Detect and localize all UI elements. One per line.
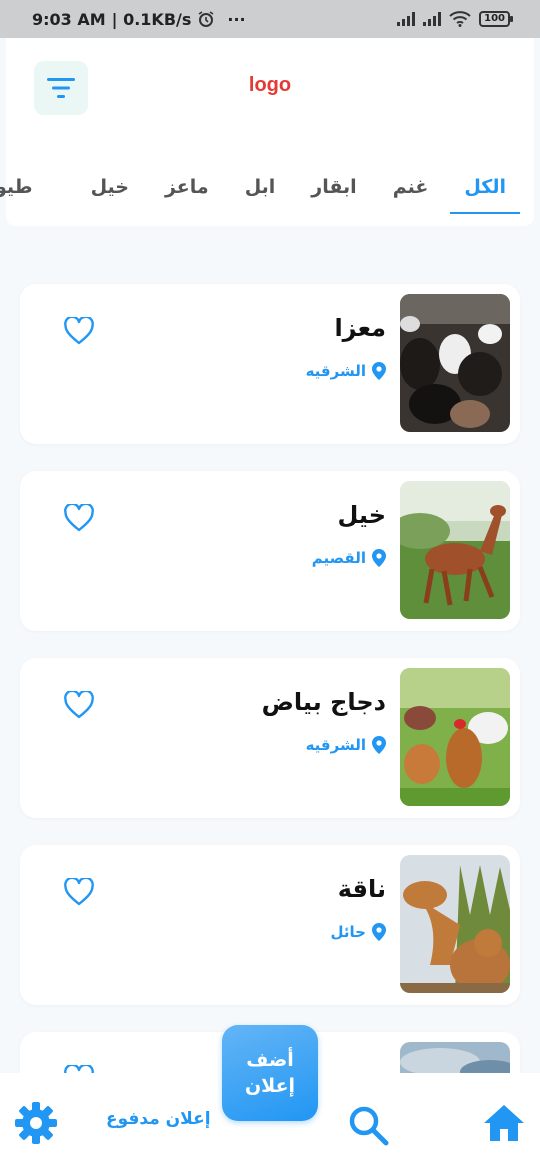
location-pin-icon	[372, 736, 386, 754]
heart-icon[interactable]	[64, 317, 94, 345]
listing-location: الشرقيه	[306, 362, 386, 380]
tab-horses[interactable]: خيل	[51, 168, 147, 214]
tab-birds[interactable]: طيور	[0, 168, 51, 214]
listing-image-goats	[400, 294, 510, 432]
search-icon[interactable]	[346, 1103, 390, 1147]
listing-image-horse	[400, 481, 510, 619]
listing-card[interactable]: خيل القصيم	[20, 471, 520, 631]
listing-image-chickens	[400, 668, 510, 806]
location-pin-icon	[372, 362, 386, 380]
listing-location-label: الشرقيه	[305, 362, 366, 380]
tab-camels[interactable]: ابل	[227, 168, 294, 214]
listing-location-label: الشرقيه	[305, 736, 366, 754]
add-listing-line1: أضف	[246, 1049, 294, 1071]
alarm-icon	[198, 11, 214, 27]
listing-title: خيل	[337, 501, 386, 529]
signal-icon	[423, 12, 442, 26]
app-logo: logo	[248, 74, 292, 96]
tab-cows[interactable]: ابقار	[293, 168, 374, 214]
tab-sheep[interactable]: غنم	[375, 168, 447, 214]
paid-ad-link[interactable]: إعلان مدفوع	[106, 1109, 211, 1129]
listing-title: دجاج بياض	[261, 688, 386, 716]
status-bar: 9:03 AM | 0.1KB/s ··· 100	[0, 0, 540, 38]
listing-location: حائل	[331, 923, 386, 941]
listing-title: معزا	[334, 314, 386, 342]
location-pin-icon	[372, 549, 386, 567]
location-pin-icon	[372, 923, 386, 941]
listing-location: القصيم	[312, 549, 386, 567]
category-tabs: الكل غنم ابقار ابل ماعز خيل طيور	[0, 168, 524, 214]
listing-location: الشرقيه	[306, 736, 386, 754]
listing-image-camel	[400, 855, 510, 993]
listing-location-label: حائل	[330, 923, 366, 941]
wifi-icon	[449, 11, 471, 27]
heart-icon[interactable]	[64, 691, 94, 719]
add-listing-button[interactable]: أضف إعلان	[222, 1025, 318, 1121]
listing-title: ناقة	[337, 875, 386, 903]
add-listing-line2: إعلان	[244, 1075, 296, 1097]
signal-icon	[397, 12, 416, 26]
heart-icon[interactable]	[64, 504, 94, 532]
home-icon[interactable]	[482, 1101, 526, 1145]
status-time: 9:03 AM	[32, 9, 106, 29]
heart-icon[interactable]	[64, 878, 94, 906]
battery-icon: 100	[479, 11, 513, 27]
listing-card[interactable]: دجاج بياض الشرقيه	[20, 658, 520, 818]
tab-goats[interactable]: ماعز	[147, 168, 227, 214]
gear-icon[interactable]	[14, 1101, 58, 1145]
listing-card[interactable]: معزا الشرقيه	[20, 284, 520, 444]
tab-all[interactable]: الكل	[446, 168, 524, 214]
status-speed: | 0.1KB/s	[111, 9, 192, 29]
listing-location-label: القصيم	[311, 549, 366, 567]
status-dots: ···	[227, 9, 246, 29]
app-header: logo الكل غنم ابقار ابل ماعز خيل طيور	[0, 38, 534, 226]
listing-card[interactable]: ناقة حائل	[20, 845, 520, 1005]
